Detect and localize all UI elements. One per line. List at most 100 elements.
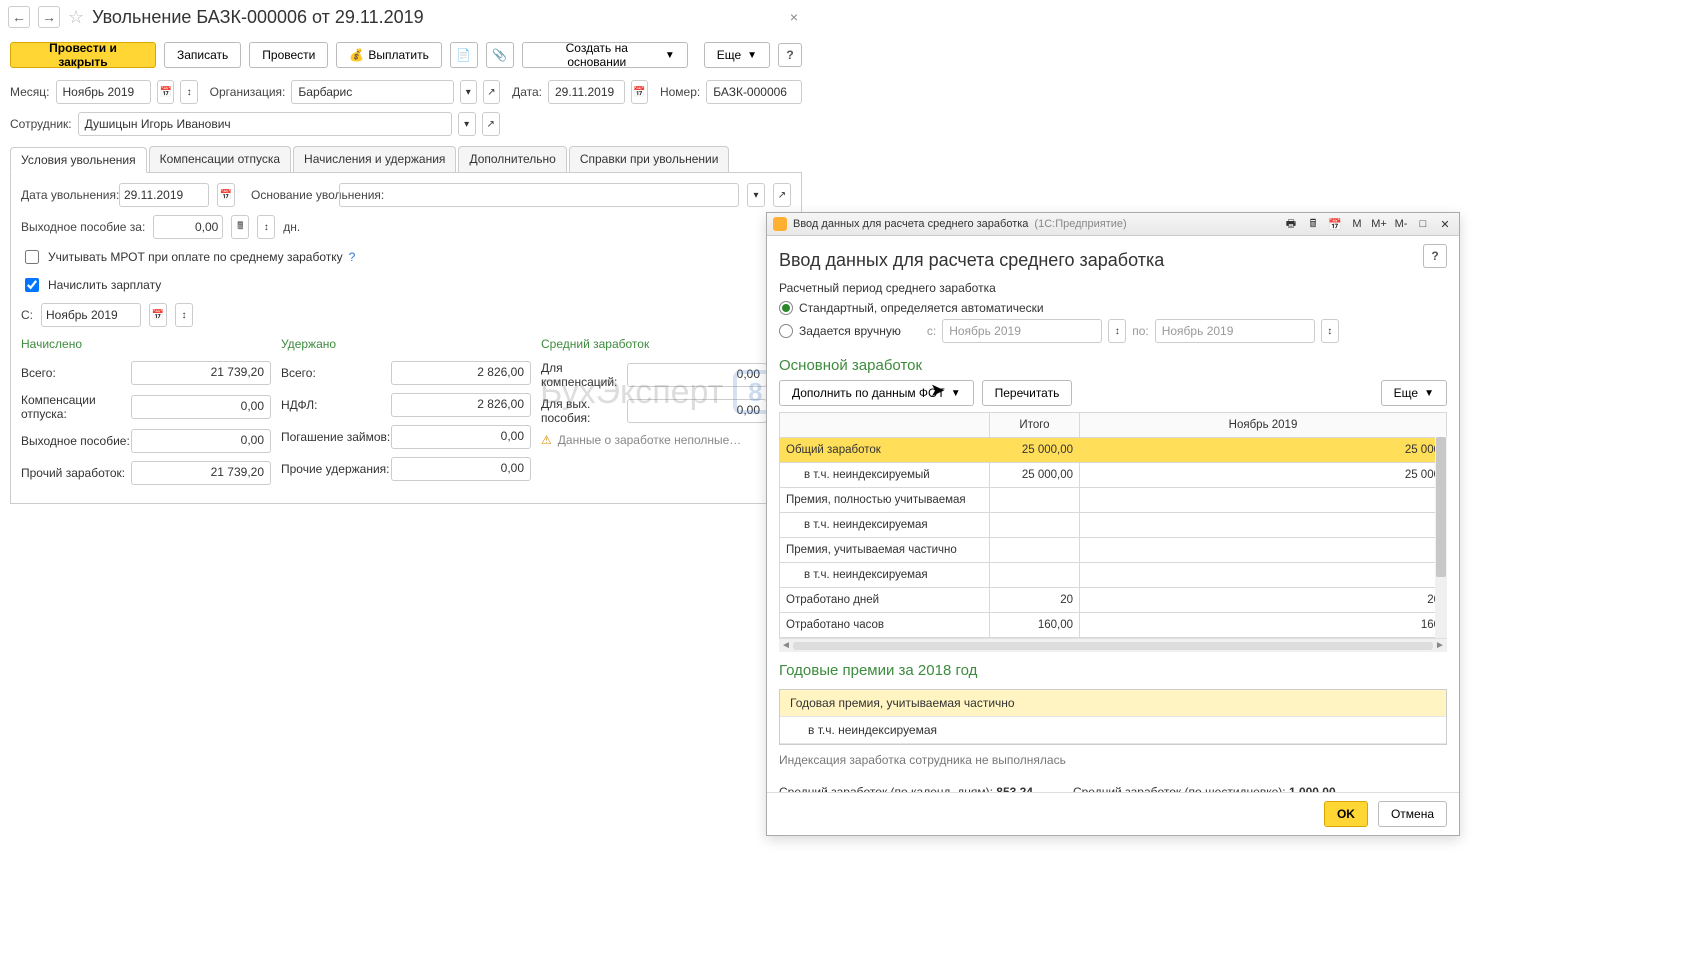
table-row[interactable]: в т.ч. неиндексируемая (780, 563, 1447, 588)
dismissal-date-calendar[interactable]: 📅 (217, 183, 235, 207)
row-total[interactable]: 25 000,00 (990, 438, 1080, 463)
row-total[interactable] (990, 538, 1080, 563)
row-month[interactable]: 20 (1080, 588, 1447, 613)
help-button[interactable]: ? (778, 43, 802, 67)
tab-certificates[interactable]: Справки при увольнении (569, 146, 730, 172)
row-month[interactable] (1080, 513, 1447, 538)
table-row[interactable]: в т.ч. неиндексируемый25 000,0025 000 (780, 463, 1447, 488)
mrot-checkbox[interactable] (25, 250, 39, 264)
period-to-field[interactable]: Ноябрь 2019 (1155, 319, 1315, 343)
row-month[interactable] (1080, 488, 1447, 513)
from-stepper[interactable]: ↕ (175, 303, 193, 327)
row-total[interactable] (990, 563, 1080, 588)
period-from-field[interactable]: Ноябрь 2019 (942, 319, 1102, 343)
comp-value[interactable]: 0,00 (627, 363, 767, 387)
severance-stepper[interactable]: ↕ (257, 215, 275, 239)
print-preview-icon[interactable]: 🖶 (1283, 216, 1299, 232)
employee-field[interactable]: Душицын Игорь Иванович (78, 112, 452, 136)
m-plus-button[interactable]: M+ (1371, 216, 1387, 232)
create-based-button[interactable]: Создать на основании▼ (522, 42, 688, 68)
table-scrollbar-x[interactable]: ◄► (779, 638, 1447, 652)
reason-dropdown[interactable]: ▾ (747, 183, 765, 207)
severance-field[interactable]: 0,00 (153, 215, 223, 239)
avg2-value: 1 000,00 (1289, 785, 1336, 792)
favorite-icon[interactable]: ☆ (68, 7, 84, 28)
row-label: в т.ч. неиндексируемая (780, 513, 990, 538)
from-calendar[interactable]: 📅 (149, 303, 167, 327)
attach-icon[interactable]: 📎 (486, 42, 514, 68)
employee-dropdown[interactable]: ▾ (458, 112, 476, 136)
yearly-row[interactable]: в т.ч. неиндексируемая (780, 717, 1446, 744)
date-calendar-icon[interactable]: 📅 (631, 80, 648, 104)
calendar-icon[interactable]: 📅 (1327, 216, 1343, 232)
radio-standard[interactable] (779, 301, 793, 315)
month-field[interactable]: Ноябрь 2019 (56, 80, 152, 104)
table-row[interactable]: Премия, полностью учитываемая (780, 488, 1447, 513)
from-month-field[interactable]: Ноябрь 2019 (41, 303, 141, 327)
forward-button[interactable]: → (38, 6, 60, 28)
tab-accruals-deductions[interactable]: Начисления и удержания (293, 146, 456, 172)
dialog-help-button[interactable]: ? (1423, 244, 1447, 268)
pay-button[interactable]: 💰Выплатить (336, 42, 441, 68)
org-dropdown[interactable]: ▾ (460, 80, 477, 104)
row-month[interactable]: 160 (1080, 613, 1447, 638)
calc-icon[interactable]: 🖩 (1305, 216, 1321, 232)
reason-open[interactable]: ↗ (773, 183, 791, 207)
severance-calc[interactable]: 🖩 (231, 215, 249, 239)
ok-button[interactable]: OK (1324, 801, 1368, 827)
m-button[interactable]: M (1349, 216, 1365, 232)
mrot-help-link[interactable]: ? (349, 250, 356, 264)
reread-button[interactable]: Перечитать (982, 380, 1073, 406)
col-total: Итого (990, 413, 1080, 438)
m-minus-button[interactable]: M- (1393, 216, 1409, 232)
other-accr-label: Прочий заработок: (21, 466, 131, 480)
table-row[interactable]: Премия, учитываемая частично (780, 538, 1447, 563)
table-row[interactable]: Общий заработок25 000,0025 000 (780, 438, 1447, 463)
yearly-row[interactable]: Годовая премия, учитываемая частично (780, 690, 1446, 717)
sev-pay-value[interactable]: 0,00 (627, 399, 767, 423)
more-button[interactable]: Еще▼ (704, 42, 770, 68)
period-to-stepper[interactable]: ↕ (1321, 319, 1339, 343)
close-icon[interactable]: × (784, 9, 804, 25)
row-total[interactable] (990, 513, 1080, 538)
row-month[interactable] (1080, 538, 1447, 563)
accrue-salary-checkbox[interactable] (25, 278, 39, 292)
tab-additional[interactable]: Дополнительно (458, 146, 566, 172)
date-field[interactable]: 29.11.2019 (548, 80, 625, 104)
row-month[interactable] (1080, 563, 1447, 588)
maximize-icon[interactable]: □ (1415, 216, 1431, 232)
radio-manual[interactable] (779, 324, 793, 338)
month-calendar-icon[interactable]: 📅 (157, 80, 174, 104)
table-scrollbar-y[interactable] (1435, 437, 1447, 638)
main-toolbar: Провести и закрыть Записать Провести 💰Вы… (4, 34, 808, 76)
header-row-2: Сотрудник: Душицын Игорь Иванович ▾ ↗ (4, 108, 808, 140)
table-row[interactable]: Отработано часов160,00160 (780, 613, 1447, 638)
fill-by-fot-button[interactable]: Дополнить по данным ФОТ▼ (779, 380, 974, 406)
row-total[interactable]: 25 000,00 (990, 463, 1080, 488)
post-and-close-button[interactable]: Провести и закрыть (10, 42, 156, 68)
row-total[interactable]: 160,00 (990, 613, 1080, 638)
table-row[interactable]: в т.ч. неиндексируемая (780, 513, 1447, 538)
dismissal-reason-field[interactable] (339, 183, 739, 207)
other-withh-label: Прочие удержания: (281, 462, 391, 476)
back-button[interactable]: ← (8, 6, 30, 28)
row-month[interactable]: 25 000 (1080, 463, 1447, 488)
post-button[interactable]: Провести (249, 42, 328, 68)
cancel-button[interactable]: Отмена (1378, 801, 1447, 827)
table-row[interactable]: Отработано дней2020 (780, 588, 1447, 613)
employee-open[interactable]: ↗ (482, 112, 500, 136)
tab-dismissal-conditions[interactable]: Условия увольнения (10, 147, 147, 173)
row-total[interactable] (990, 488, 1080, 513)
period-from-stepper[interactable]: ↕ (1108, 319, 1126, 343)
row-total[interactable]: 20 (990, 588, 1080, 613)
org-open[interactable]: ↗ (483, 80, 500, 104)
tab-vacation-compensation[interactable]: Компенсации отпуска (149, 146, 291, 172)
dialog-more-button[interactable]: Еще▼ (1381, 380, 1447, 406)
print-icon[interactable]: 📄 (450, 42, 478, 68)
save-button[interactable]: Записать (164, 42, 241, 68)
dismissal-date-field[interactable]: 29.11.2019 (119, 183, 209, 207)
org-field[interactable]: Барбарис (291, 80, 453, 104)
month-stepper[interactable]: ↕ (180, 80, 197, 104)
dialog-close-icon[interactable]: ✕ (1437, 216, 1453, 232)
row-month[interactable]: 25 000 (1080, 438, 1447, 463)
